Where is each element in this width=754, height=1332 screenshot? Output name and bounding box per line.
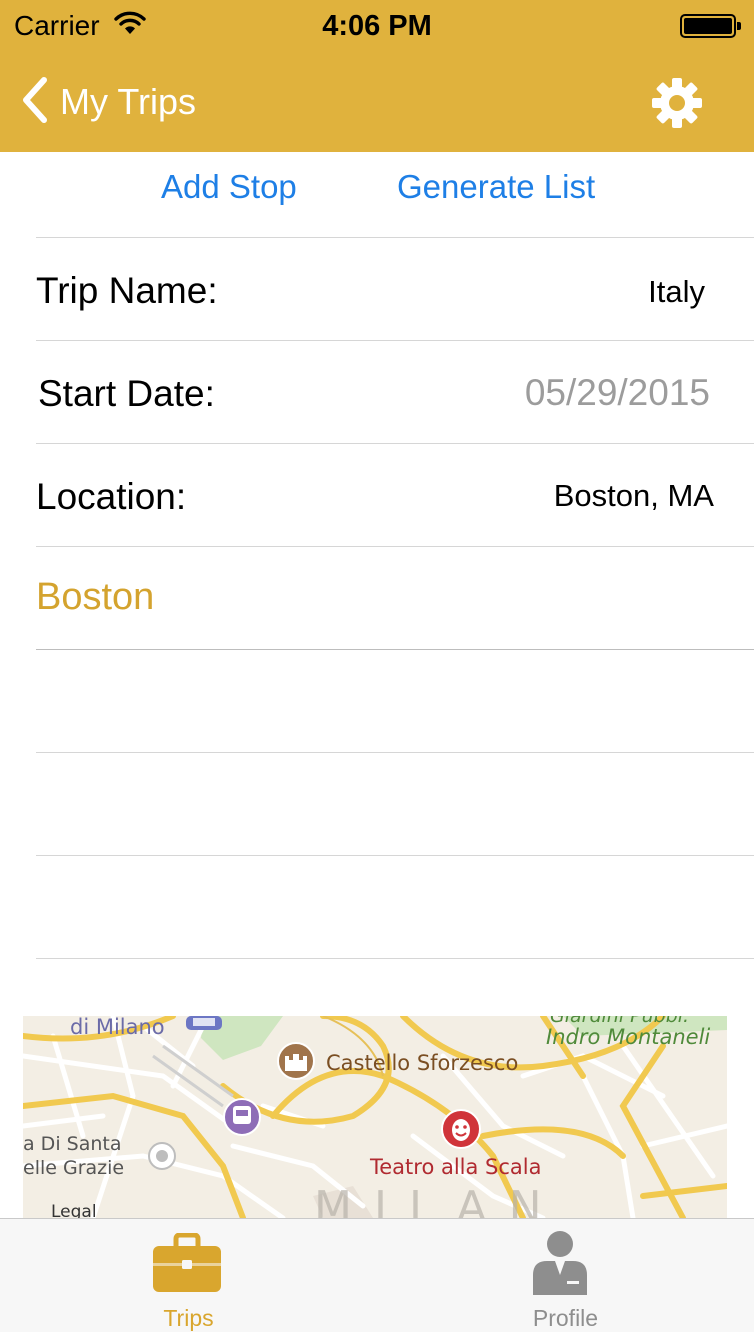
map-view[interactable]: di Milano Castello Sforzesco Giardini Pu… xyxy=(23,1016,727,1218)
chevron-left-icon xyxy=(18,76,50,129)
user-profile-icon xyxy=(533,1231,587,1295)
church-icon xyxy=(148,1142,176,1170)
tram-icon xyxy=(223,1098,261,1136)
tab-profile[interactable]: Profile xyxy=(377,1219,754,1332)
divider xyxy=(36,546,754,547)
status-time: 4:06 PM xyxy=(322,10,432,42)
start-date-field[interactable]: 05/29/2015 xyxy=(430,372,710,414)
settings-button[interactable] xyxy=(648,74,706,132)
map-label-castello: Castello Sforzesco xyxy=(326,1051,518,1075)
gear-icon xyxy=(652,78,702,128)
tab-profile-label: Profile xyxy=(532,1305,599,1331)
map-label-teatro: Teatro alla Scala xyxy=(369,1155,542,1179)
briefcase-icon xyxy=(153,1233,221,1292)
divider xyxy=(36,340,754,341)
generate-list-button[interactable]: Generate List xyxy=(397,168,595,206)
navigation-bar: My Trips xyxy=(0,52,754,152)
divider xyxy=(36,443,754,444)
back-button[interactable]: My Trips xyxy=(18,74,196,130)
location-value[interactable]: Boston, MA xyxy=(480,478,714,514)
tab-trips[interactable]: Trips xyxy=(0,1219,377,1332)
map-label-city: MILAN xyxy=(314,1182,563,1218)
metro-icon xyxy=(186,1016,222,1030)
empty-row-divider xyxy=(36,958,754,959)
start-date-label: Start Date: xyxy=(38,373,215,414)
empty-row-divider xyxy=(36,855,754,856)
tab-trips-label: Trips xyxy=(163,1305,214,1331)
location-label: Location: xyxy=(36,476,187,517)
trip-name-label: Trip Name: xyxy=(36,270,218,311)
castle-icon xyxy=(277,1042,315,1080)
stop-item-boston[interactable]: Boston xyxy=(36,576,154,619)
empty-row-divider xyxy=(36,752,754,753)
trip-actions: Add Stop Generate List xyxy=(0,152,754,238)
map-label-grazie: elle Grazie xyxy=(23,1157,124,1179)
divider xyxy=(36,237,754,238)
map-label-montanelli: Indro Montaneli xyxy=(546,1025,710,1049)
status-bar: Carrier 4:06 PM xyxy=(0,0,754,52)
header: Carrier 4:06 PM My Trips xyxy=(0,0,754,152)
map-legal-link[interactable]: Legal xyxy=(51,1202,97,1218)
theater-icon xyxy=(441,1109,481,1149)
divider xyxy=(36,649,754,650)
map-label-santa: a Di Santa xyxy=(23,1133,121,1155)
back-button-label: My Trips xyxy=(60,81,197,122)
battery-icon xyxy=(680,14,741,38)
map-label-milano: di Milano xyxy=(70,1016,165,1039)
tab-bar: Trips Profile xyxy=(0,1218,754,1332)
add-stop-button[interactable]: Add Stop xyxy=(161,168,297,206)
trip-name-value[interactable]: Italy xyxy=(520,274,705,310)
